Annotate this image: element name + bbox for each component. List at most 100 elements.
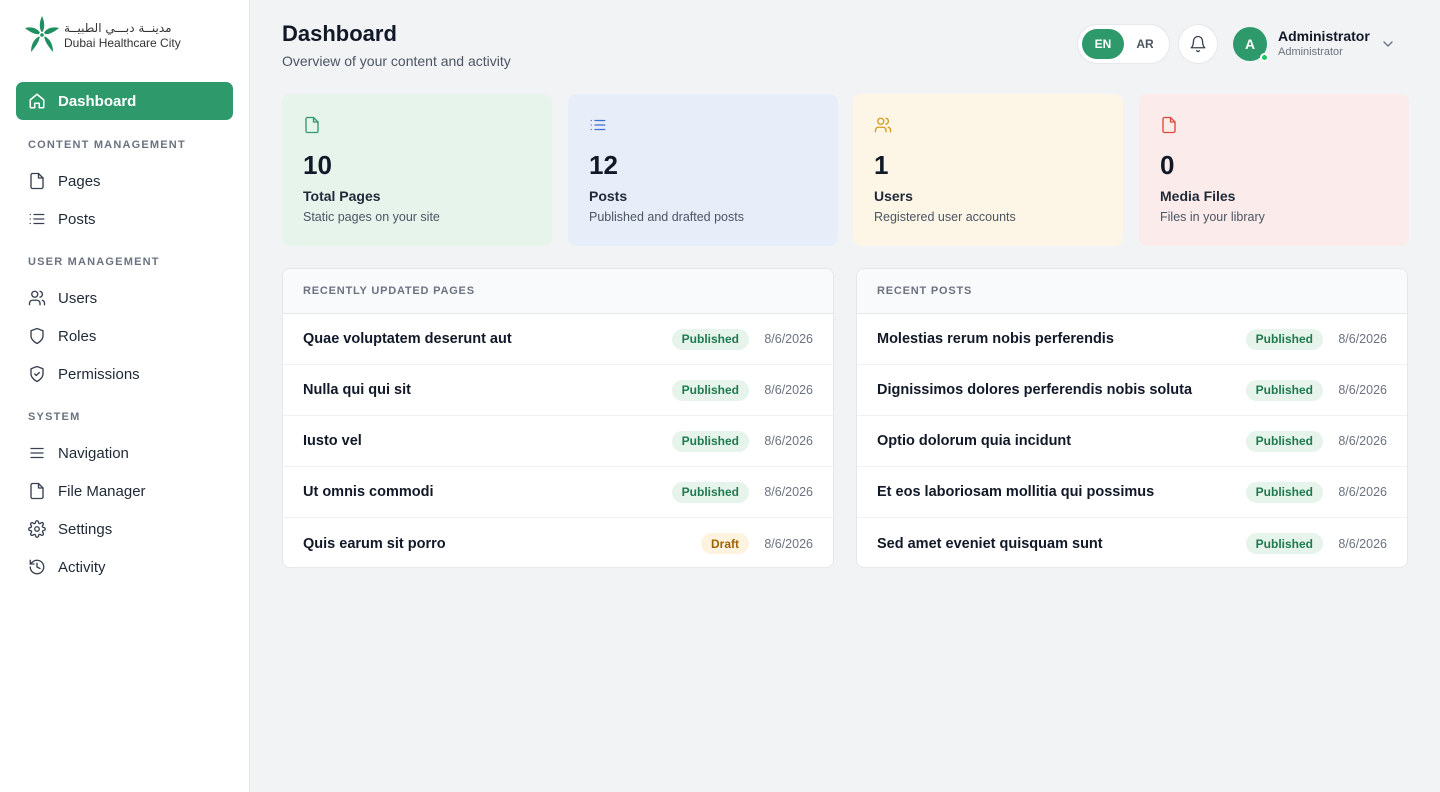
item-title: Quae voluptatem deserunt aut xyxy=(303,331,512,347)
sidebar-nav: Dashboard CONTENT MANAGEMENT Pages Posts… xyxy=(16,82,233,586)
item-date: 8/6/2026 xyxy=(764,434,813,448)
lang-ar-button[interactable]: AR xyxy=(1124,29,1166,59)
item-title: Ut omnis commodi xyxy=(303,484,434,500)
stat-card-posts[interactable]: 12 Posts Published and drafted posts xyxy=(568,94,838,246)
sidebar-item-roles[interactable]: Roles xyxy=(16,317,233,355)
panel-heading: RECENTLY UPDATED PAGES xyxy=(283,269,833,314)
file-icon xyxy=(28,482,46,500)
user-name[interactable]: Administrator xyxy=(1278,28,1370,44)
sidebar-item-label: Roles xyxy=(58,327,97,345)
stat-card-users[interactable]: 1 Users Registered user accounts xyxy=(853,94,1123,246)
item-title: Molestias rerum nobis perferendis xyxy=(877,331,1114,347)
list-item[interactable]: Dignissimos dolores perferendis nobis so… xyxy=(857,365,1407,416)
stat-label: Posts xyxy=(589,188,628,204)
item-date: 8/6/2026 xyxy=(1338,536,1387,551)
item-date: 8/6/2026 xyxy=(1338,434,1387,448)
page-subtitle: Overview of your content and activity xyxy=(282,53,511,69)
sidebar-item-dashboard[interactable]: Dashboard xyxy=(16,82,233,120)
stat-value: 10 xyxy=(303,150,332,180)
stat-description: Published and drafted posts xyxy=(589,210,744,224)
list-item[interactable]: Nulla qui qui sit Published 8/6/2026 xyxy=(283,365,833,416)
item-date: 8/6/2026 xyxy=(1338,485,1387,499)
logo-english-text: Dubai Healthcare City xyxy=(64,36,181,50)
stat-description: Static pages on your site xyxy=(303,210,440,224)
list-item[interactable]: Et eos laboriosam mollitia qui possimus … xyxy=(857,467,1407,518)
stat-label: Total Pages xyxy=(303,188,381,204)
sidebar-item-label: Dashboard xyxy=(58,92,137,110)
stat-label: Users xyxy=(874,188,913,204)
user-role: Administrator xyxy=(1278,46,1343,58)
list-item[interactable]: Quae voluptatem deserunt aut Published 8… xyxy=(283,314,833,365)
sidebar-item-label: Pages xyxy=(58,172,101,190)
sidebar-item-label: Permissions xyxy=(58,365,140,383)
status-badge: Draft xyxy=(700,533,749,554)
notifications-button[interactable] xyxy=(1178,24,1218,64)
chevron-down-icon[interactable] xyxy=(1380,36,1396,52)
sidebar-item-permissions[interactable]: Permissions xyxy=(16,355,233,393)
list-item[interactable]: Quis earum sit porro Draft 8/6/2026 xyxy=(283,518,833,567)
sidebar-item-label: Posts xyxy=(58,210,96,228)
status-badge: Published xyxy=(671,430,749,452)
sidebar-item-file-manager[interactable]: File Manager xyxy=(16,472,233,510)
gear-icon xyxy=(28,520,46,538)
status-badge: Published xyxy=(671,328,749,350)
list-item[interactable]: Sed amet eveniet quisquam sunt Published… xyxy=(857,518,1407,567)
shield-check-icon xyxy=(28,365,46,383)
sidebar-item-activity[interactable]: Activity xyxy=(16,548,233,586)
home-icon xyxy=(28,92,46,110)
item-date: 8/6/2026 xyxy=(764,383,813,397)
status-badge: Published xyxy=(1245,430,1323,452)
shield-icon xyxy=(28,327,46,345)
sidebar-item-posts[interactable]: Posts xyxy=(16,200,233,238)
sidebar-item-pages[interactable]: Pages xyxy=(16,162,233,200)
history-icon xyxy=(28,558,46,576)
list-item[interactable]: Molestias rerum nobis perferendis Publis… xyxy=(857,314,1407,365)
list-item[interactable]: Iusto vel Published 8/6/2026 xyxy=(283,416,833,467)
list-item[interactable]: Ut omnis commodi Published 8/6/2026 xyxy=(283,467,833,518)
sidebar-item-label: Settings xyxy=(58,520,113,538)
item-title: Iusto vel xyxy=(303,433,362,449)
panel-heading: RECENT POSTS xyxy=(857,269,1407,314)
stat-description: Registered user accounts xyxy=(874,210,1016,224)
status-badge: Published xyxy=(1245,533,1323,554)
stat-card-media[interactable]: 0 Media Files Files in your library xyxy=(1139,94,1409,246)
stat-value: 1 xyxy=(874,150,889,180)
lang-en-button[interactable]: EN xyxy=(1082,29,1124,59)
recent-pages-panel: RECENTLY UPDATED PAGES Quae voluptatem d… xyxy=(282,268,834,568)
list-item[interactable]: Optio dolorum quia incidunt Published 8/… xyxy=(857,416,1407,467)
file-icon xyxy=(305,116,319,134)
recent-posts-panel: RECENT POSTS Molestias rerum nobis perfe… xyxy=(856,268,1408,568)
status-badge: Published xyxy=(1245,481,1323,503)
bell-icon xyxy=(1190,35,1206,53)
item-date: 8/6/2026 xyxy=(764,536,813,551)
logo-arabic-text: مدينــة دبـــي الطبيــة xyxy=(64,21,172,35)
file-icon xyxy=(28,172,46,190)
sidebar-item-users[interactable]: Users xyxy=(16,279,233,317)
sidebar-item-label: Users xyxy=(58,289,98,307)
sidebar-item-navigation[interactable]: Navigation xyxy=(16,434,233,472)
section-content-management: CONTENT MANAGEMENT xyxy=(28,139,186,151)
item-date: 8/6/2026 xyxy=(764,332,813,346)
users-icon xyxy=(28,289,46,307)
status-badge: Published xyxy=(671,481,749,503)
stat-card-pages[interactable]: 10 Total Pages Static pages on your site xyxy=(282,94,552,246)
item-date: 8/6/2026 xyxy=(1338,332,1387,346)
section-user-management: USER MANAGEMENT xyxy=(28,256,160,268)
sidebar-item-label: Navigation xyxy=(58,444,129,462)
item-title: Dignissimos dolores perferendis nobis so… xyxy=(877,382,1193,398)
logo[interactable]: مدينــة دبـــي الطبيــة Dubai Healthcare… xyxy=(22,14,181,56)
stat-value: 0 xyxy=(1160,150,1175,180)
item-title: Optio dolorum quia incidunt xyxy=(877,433,1072,449)
logo-icon xyxy=(25,16,59,52)
sidebar: مدينــة دبـــي الطبيــة Dubai Healthcare… xyxy=(0,0,250,792)
status-badge: Published xyxy=(1245,379,1323,401)
language-toggle: EN AR xyxy=(1077,24,1170,64)
item-date: 8/6/2026 xyxy=(764,485,813,499)
sidebar-item-settings[interactable]: Settings xyxy=(16,510,233,548)
stat-label: Media Files xyxy=(1160,188,1236,204)
list-icon xyxy=(590,119,606,131)
item-title: Quis earum sit porro xyxy=(303,535,446,552)
file-icon xyxy=(1162,116,1176,134)
online-status-dot xyxy=(1260,53,1269,62)
item-title: Et eos laboriosam mollitia qui possimus xyxy=(877,484,1155,500)
